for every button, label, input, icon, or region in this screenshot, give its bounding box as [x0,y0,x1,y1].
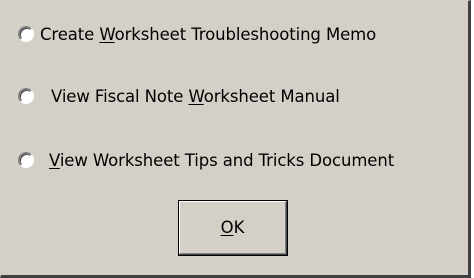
radio-button-troubleshooting-memo[interactable] [18,26,34,42]
radio-option-troubleshooting-memo[interactable]: Create Worksheet Troubleshooting Memo [18,21,376,47]
radio-option-tips-and-tricks[interactable]: View Worksheet Tips and Tricks Document [18,147,394,173]
dialog-window: Create Worksheet Troubleshooting Memo Vi… [0,0,471,278]
radio-button-worksheet-manual[interactable] [18,88,34,104]
radio-label-troubleshooting-memo: Create Worksheet Troubleshooting Memo [40,24,377,44]
radio-option-worksheet-manual[interactable]: View Fiscal Note Worksheet Manual [18,83,340,109]
ok-button[interactable]: OK [178,200,288,256]
ok-button-label: OK [220,218,245,237]
radio-button-tips-and-tricks[interactable] [18,152,34,168]
radio-label-worksheet-manual: View Fiscal Note Worksheet Manual [51,86,340,106]
radio-label-tips-and-tricks: View Worksheet Tips and Tricks Document [49,150,395,170]
